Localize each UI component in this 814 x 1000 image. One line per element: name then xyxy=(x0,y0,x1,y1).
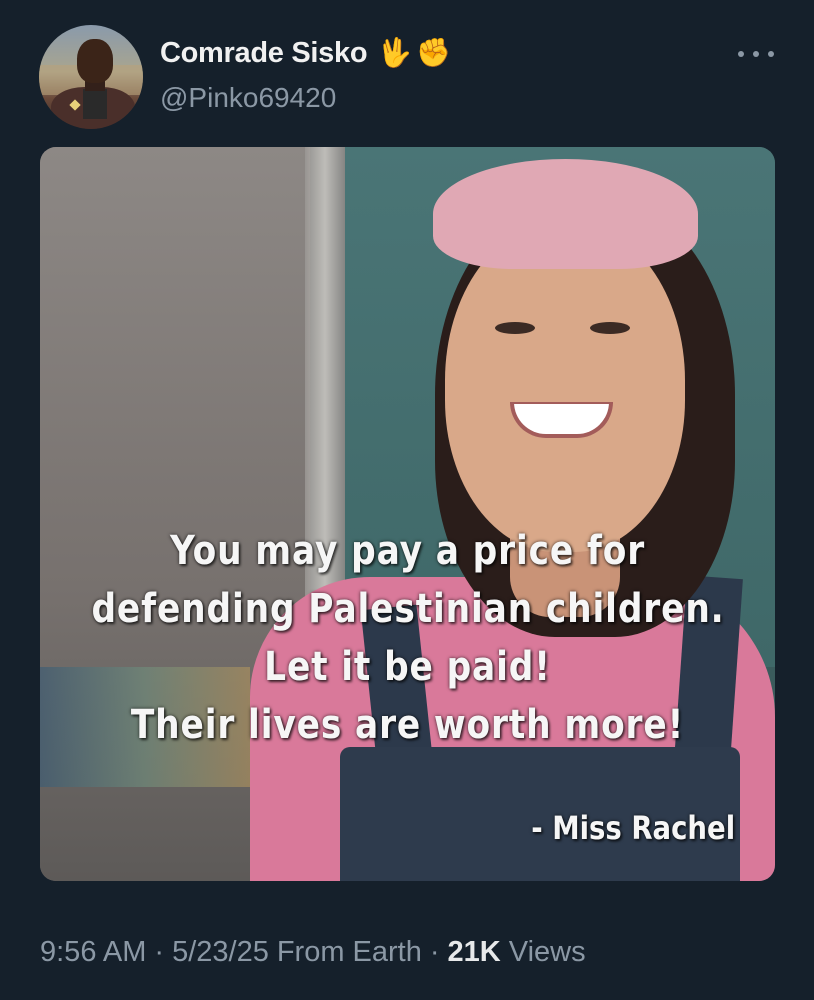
image-caption: You may pay a price for defending Palest… xyxy=(91,522,723,754)
tweet-metadata: 9:56 AM · 5/23/25 From Earth · 21K Views xyxy=(40,930,586,974)
tweet-media-image[interactable]: You may pay a price for defending Palest… xyxy=(40,147,775,881)
author-name-row: Comrade Sisko 🖖 ✊ xyxy=(160,33,451,73)
more-options-icon[interactable] xyxy=(738,44,774,64)
vulcan-salute-icon: 🖖 xyxy=(377,37,413,68)
avatar[interactable] xyxy=(39,25,143,129)
caption-line: Let it be paid! xyxy=(264,644,551,690)
author-handle[interactable]: @Pinko69420 xyxy=(160,82,336,114)
caption-line: You may pay a price for xyxy=(169,528,646,574)
display-name[interactable]: Comrade Sisko xyxy=(160,37,368,70)
views-count[interactable]: 21K xyxy=(448,936,501,969)
tweet-date[interactable]: 5/23/25 xyxy=(172,936,269,969)
views-label: Views xyxy=(508,935,586,968)
separator: · xyxy=(429,935,440,968)
tweet-time[interactable]: 9:56 AM xyxy=(40,936,146,969)
caption-line: Their lives are worth more! xyxy=(130,702,685,748)
tweet-source: From Earth xyxy=(276,935,422,968)
separator: · xyxy=(154,935,165,968)
image-attribution: - Miss Rachel xyxy=(531,809,735,847)
tweet-header: Comrade Sisko 🖖 ✊ @Pinko69420 xyxy=(0,0,814,140)
raised-fist-icon: ✊ xyxy=(416,37,451,68)
caption-line: defending Palestinian children. xyxy=(91,586,725,632)
